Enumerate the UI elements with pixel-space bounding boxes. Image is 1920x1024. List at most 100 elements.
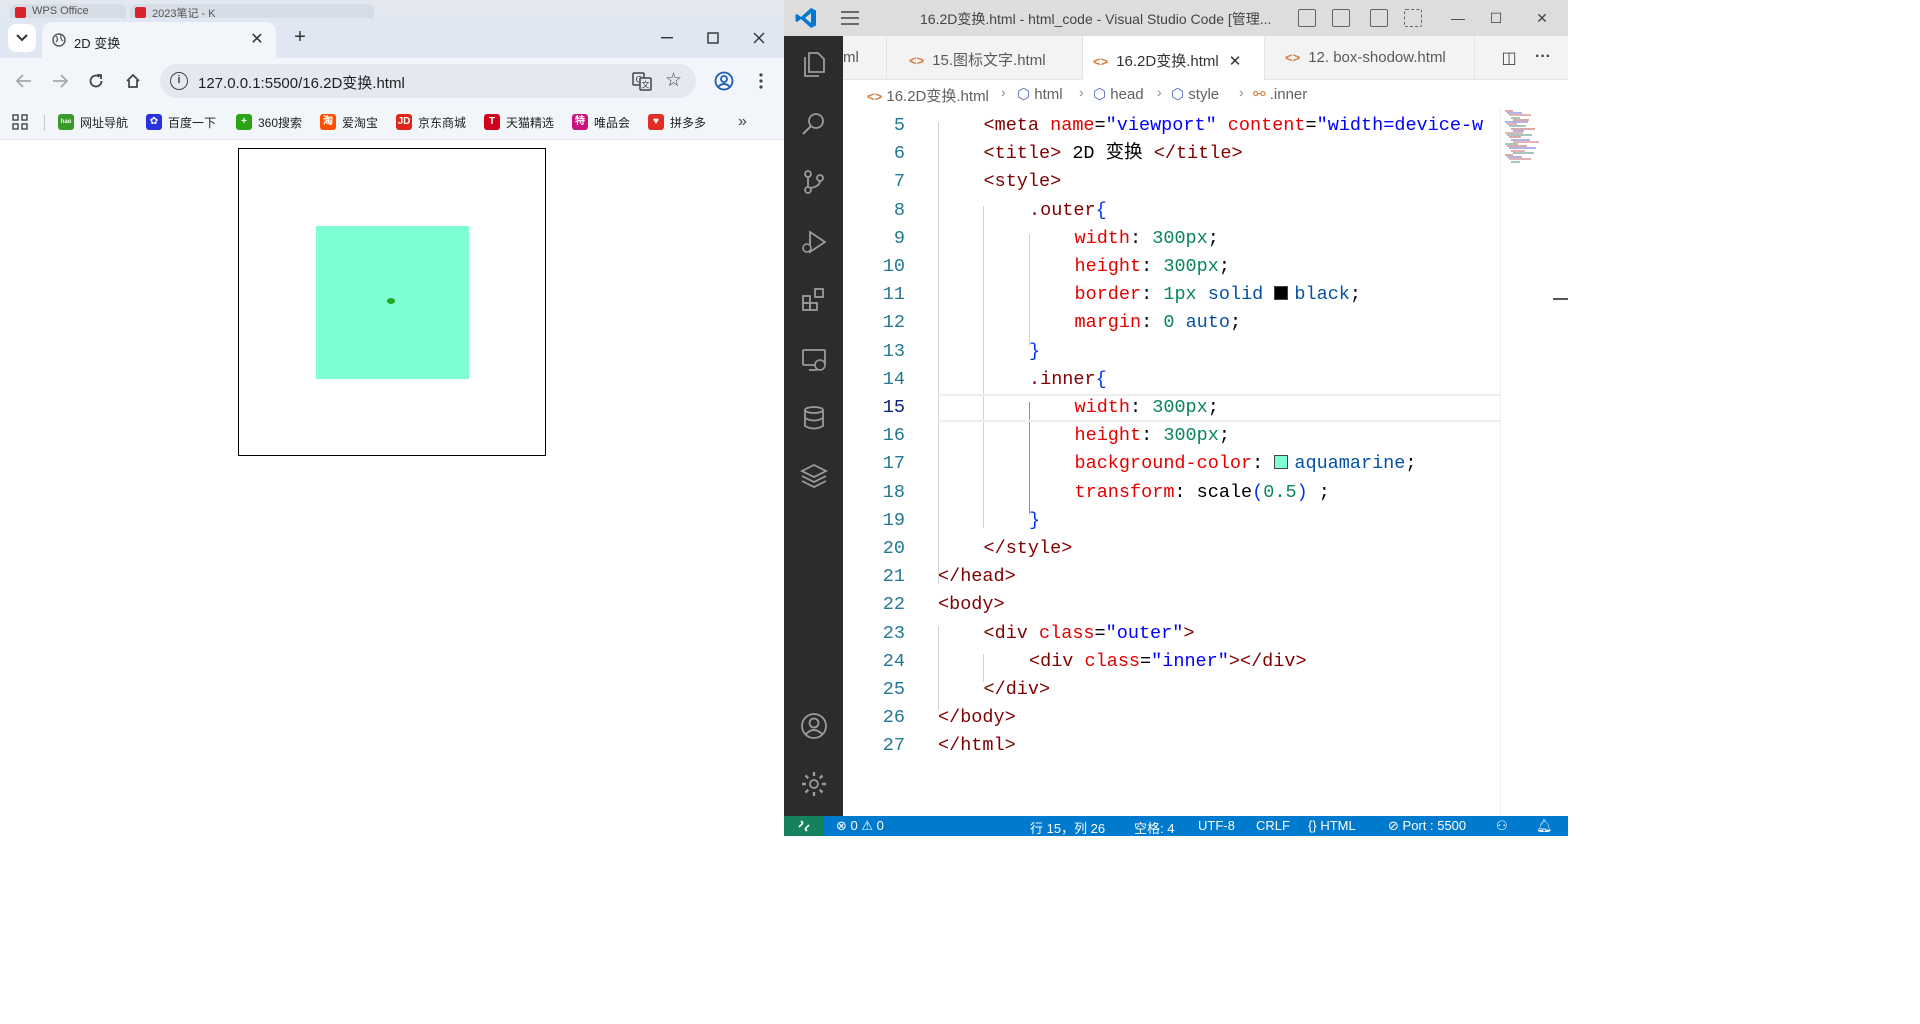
code-line[interactable]: 11 border: 1px solid black; bbox=[843, 281, 1500, 309]
tab-close-button[interactable]: ✕ bbox=[246, 29, 268, 51]
vscode-maximize-button[interactable]: ☐ bbox=[1474, 6, 1518, 30]
code-line[interactable]: 25 </div> bbox=[843, 676, 1500, 704]
search-button[interactable] bbox=[798, 108, 830, 140]
background-tab[interactable]: 2023笔记 - K bbox=[130, 4, 374, 18]
breadcrumb-inner[interactable]: ⚯ .inner bbox=[1253, 85, 1307, 103]
remote-indicator[interactable] bbox=[784, 816, 824, 836]
code-line[interactable]: 22 <body> bbox=[843, 591, 1500, 619]
scrollbar-thumb[interactable] bbox=[1553, 298, 1568, 300]
code-line[interactable]: 9 width: 300px; bbox=[843, 225, 1500, 253]
color-swatch[interactable] bbox=[1274, 286, 1289, 301]
code-line[interactable]: 18 transform: scale(0.5) ; bbox=[843, 479, 1500, 507]
color-swatch[interactable] bbox=[1274, 455, 1289, 470]
notifications-bell-icon[interactable]: 🔔︎ bbox=[1536, 818, 1553, 834]
code-line[interactable]: 21 </head> bbox=[843, 563, 1500, 591]
split-editor-icon[interactable]: ◫ bbox=[1499, 48, 1519, 68]
accounts-status-icon[interactable]: ⚇ bbox=[1496, 818, 1508, 834]
new-tab-button[interactable]: + bbox=[288, 26, 312, 50]
active-tab[interactable]: 2D 变换 ✕ bbox=[42, 22, 276, 58]
close-window-button[interactable] bbox=[736, 24, 782, 52]
manage-button[interactable] bbox=[798, 768, 830, 800]
code-token: .inner bbox=[1029, 368, 1096, 390]
profile-button[interactable] bbox=[712, 69, 736, 93]
close-tab-icon[interactable]: ✕ bbox=[1229, 52, 1242, 70]
layers-button[interactable] bbox=[798, 460, 830, 492]
forward-button[interactable] bbox=[48, 69, 72, 93]
code-line[interactable]: 26 </body> bbox=[843, 704, 1500, 732]
problems-indicator[interactable]: ⊗ 0 ⚠ 0 bbox=[836, 818, 884, 834]
bookmark-item[interactable]: 淘爱淘宝 bbox=[320, 112, 378, 132]
hamburger-menu-icon[interactable] bbox=[840, 10, 860, 26]
code-line[interactable]: 6 <title> 2D 变换 </title> bbox=[843, 140, 1500, 168]
code-line[interactable]: 19} bbox=[843, 507, 1500, 535]
language-mode[interactable]: {} HTML bbox=[1308, 818, 1356, 833]
end-of-line[interactable]: CRLF bbox=[1256, 818, 1290, 833]
live-server-port[interactable]: ⊘ Port : 5500 bbox=[1388, 818, 1466, 834]
bookmark-item[interactable]: +360搜索 bbox=[236, 112, 302, 132]
explorer-button[interactable] bbox=[798, 48, 830, 80]
toggle-panel-icon[interactable] bbox=[1332, 9, 1350, 27]
code-line[interactable]: 17 background-color: aquamarine; bbox=[843, 450, 1500, 478]
bookmark-star-icon[interactable]: ☆ bbox=[665, 69, 682, 92]
code-line[interactable]: 7 <style> bbox=[843, 168, 1500, 196]
bookmark-item[interactable]: hao 网址导航 bbox=[58, 112, 128, 132]
bookmark-item[interactable]: ♥ 拼多多 bbox=[648, 112, 706, 132]
minimize-button[interactable] bbox=[644, 24, 690, 52]
browser-menu-button[interactable] bbox=[749, 69, 773, 93]
code-token: = bbox=[1094, 622, 1106, 644]
vscode-close-button[interactable]: ✕ bbox=[1520, 6, 1564, 30]
code-line[interactable]: 5 <meta name="viewport" content="width=de… bbox=[843, 112, 1500, 140]
editor-tab-active[interactable]: <> 16.2D变换.html ✕ bbox=[1083, 36, 1265, 80]
background-tab[interactable]: WPS Office bbox=[10, 4, 126, 18]
cursor-position[interactable]: 行 15，列 26 bbox=[1030, 818, 1105, 836]
more-actions-icon[interactable]: ··· bbox=[1533, 48, 1553, 68]
apps-button[interactable] bbox=[12, 112, 28, 132]
more-bookmarks-button[interactable]: » bbox=[738, 112, 747, 132]
customize-layout-icon[interactable] bbox=[1404, 9, 1422, 27]
source-control-button[interactable] bbox=[798, 166, 830, 198]
code-line[interactable]: 16 height: 300px; bbox=[843, 422, 1500, 450]
url-text[interactable]: 127.0.0.1:5500/16.2D变换.html bbox=[198, 72, 405, 93]
minimap[interactable] bbox=[1500, 108, 1568, 816]
address-bar[interactable]: i 127.0.0.1:5500/16.2D变换.html G 文 ☆ bbox=[160, 64, 696, 98]
breadcrumb-head[interactable]: ⬡ head bbox=[1093, 85, 1144, 103]
maximize-button[interactable] bbox=[690, 24, 736, 52]
toggle-secondary-sidebar-icon[interactable] bbox=[1370, 9, 1388, 27]
back-arrow-icon bbox=[16, 74, 31, 88]
code-line[interactable]: 20 </style> bbox=[843, 535, 1500, 563]
code-line[interactable]: 10 height: 300px; bbox=[843, 253, 1500, 281]
extensions-button[interactable] bbox=[798, 284, 830, 316]
code-line[interactable]: 13} bbox=[843, 338, 1500, 366]
bookmark-item[interactable]: ✿ 百度一下 bbox=[146, 112, 216, 132]
run-debug-button[interactable] bbox=[798, 226, 830, 258]
indentation[interactable]: 空格: 4 bbox=[1134, 818, 1174, 836]
encoding[interactable]: UTF-8 bbox=[1198, 818, 1235, 833]
code-line[interactable]: 27 </html> bbox=[843, 732, 1500, 760]
reload-button[interactable] bbox=[84, 69, 108, 93]
breadcrumb-html[interactable]: ⬡ html bbox=[1017, 85, 1063, 103]
code-line[interactable]: 14 .inner{ bbox=[843, 366, 1500, 394]
code-line[interactable]: 12 margin: 0 auto; bbox=[843, 309, 1500, 337]
code-line[interactable]: 24 <div class="inner"></div> bbox=[843, 648, 1500, 676]
home-button[interactable] bbox=[121, 69, 145, 93]
accounts-button[interactable] bbox=[798, 710, 830, 742]
code-line[interactable]: 8 .outer{ bbox=[843, 197, 1500, 225]
bookmark-item[interactable]: 特唯品会 bbox=[572, 112, 630, 132]
bookmark-item[interactable]: JD 京东商城 bbox=[396, 112, 466, 132]
breadcrumb-style[interactable]: ⬡ style bbox=[1171, 85, 1219, 103]
editor-tab[interactable]: <> 15.图标文字.html bbox=[887, 36, 1083, 80]
back-button[interactable] bbox=[12, 69, 36, 93]
code-line[interactable]: 23 <div class="outer"> bbox=[843, 620, 1500, 648]
code-editor[interactable]: 5 <meta name="viewport" content="width=de… bbox=[843, 108, 1500, 816]
remote-explorer-button[interactable] bbox=[798, 344, 830, 376]
code-line[interactable]: 15 width: 300px; bbox=[843, 394, 1500, 422]
editor-tab[interactable]: <> 12. box-shodow.html bbox=[1265, 36, 1475, 80]
tab-search-button[interactable] bbox=[8, 24, 36, 52]
bookmark-item[interactable]: T 天猫精选 bbox=[484, 112, 554, 132]
site-info-icon[interactable]: i bbox=[170, 72, 188, 90]
translate-icon[interactable]: G 文 bbox=[632, 71, 652, 91]
breadcrumb-file[interactable]: <> 16.2D变换.html bbox=[867, 85, 989, 106]
toggle-primary-sidebar-icon[interactable] bbox=[1298, 9, 1316, 27]
editor-tab[interactable]: ml bbox=[843, 36, 887, 80]
database-button[interactable] bbox=[798, 402, 830, 434]
